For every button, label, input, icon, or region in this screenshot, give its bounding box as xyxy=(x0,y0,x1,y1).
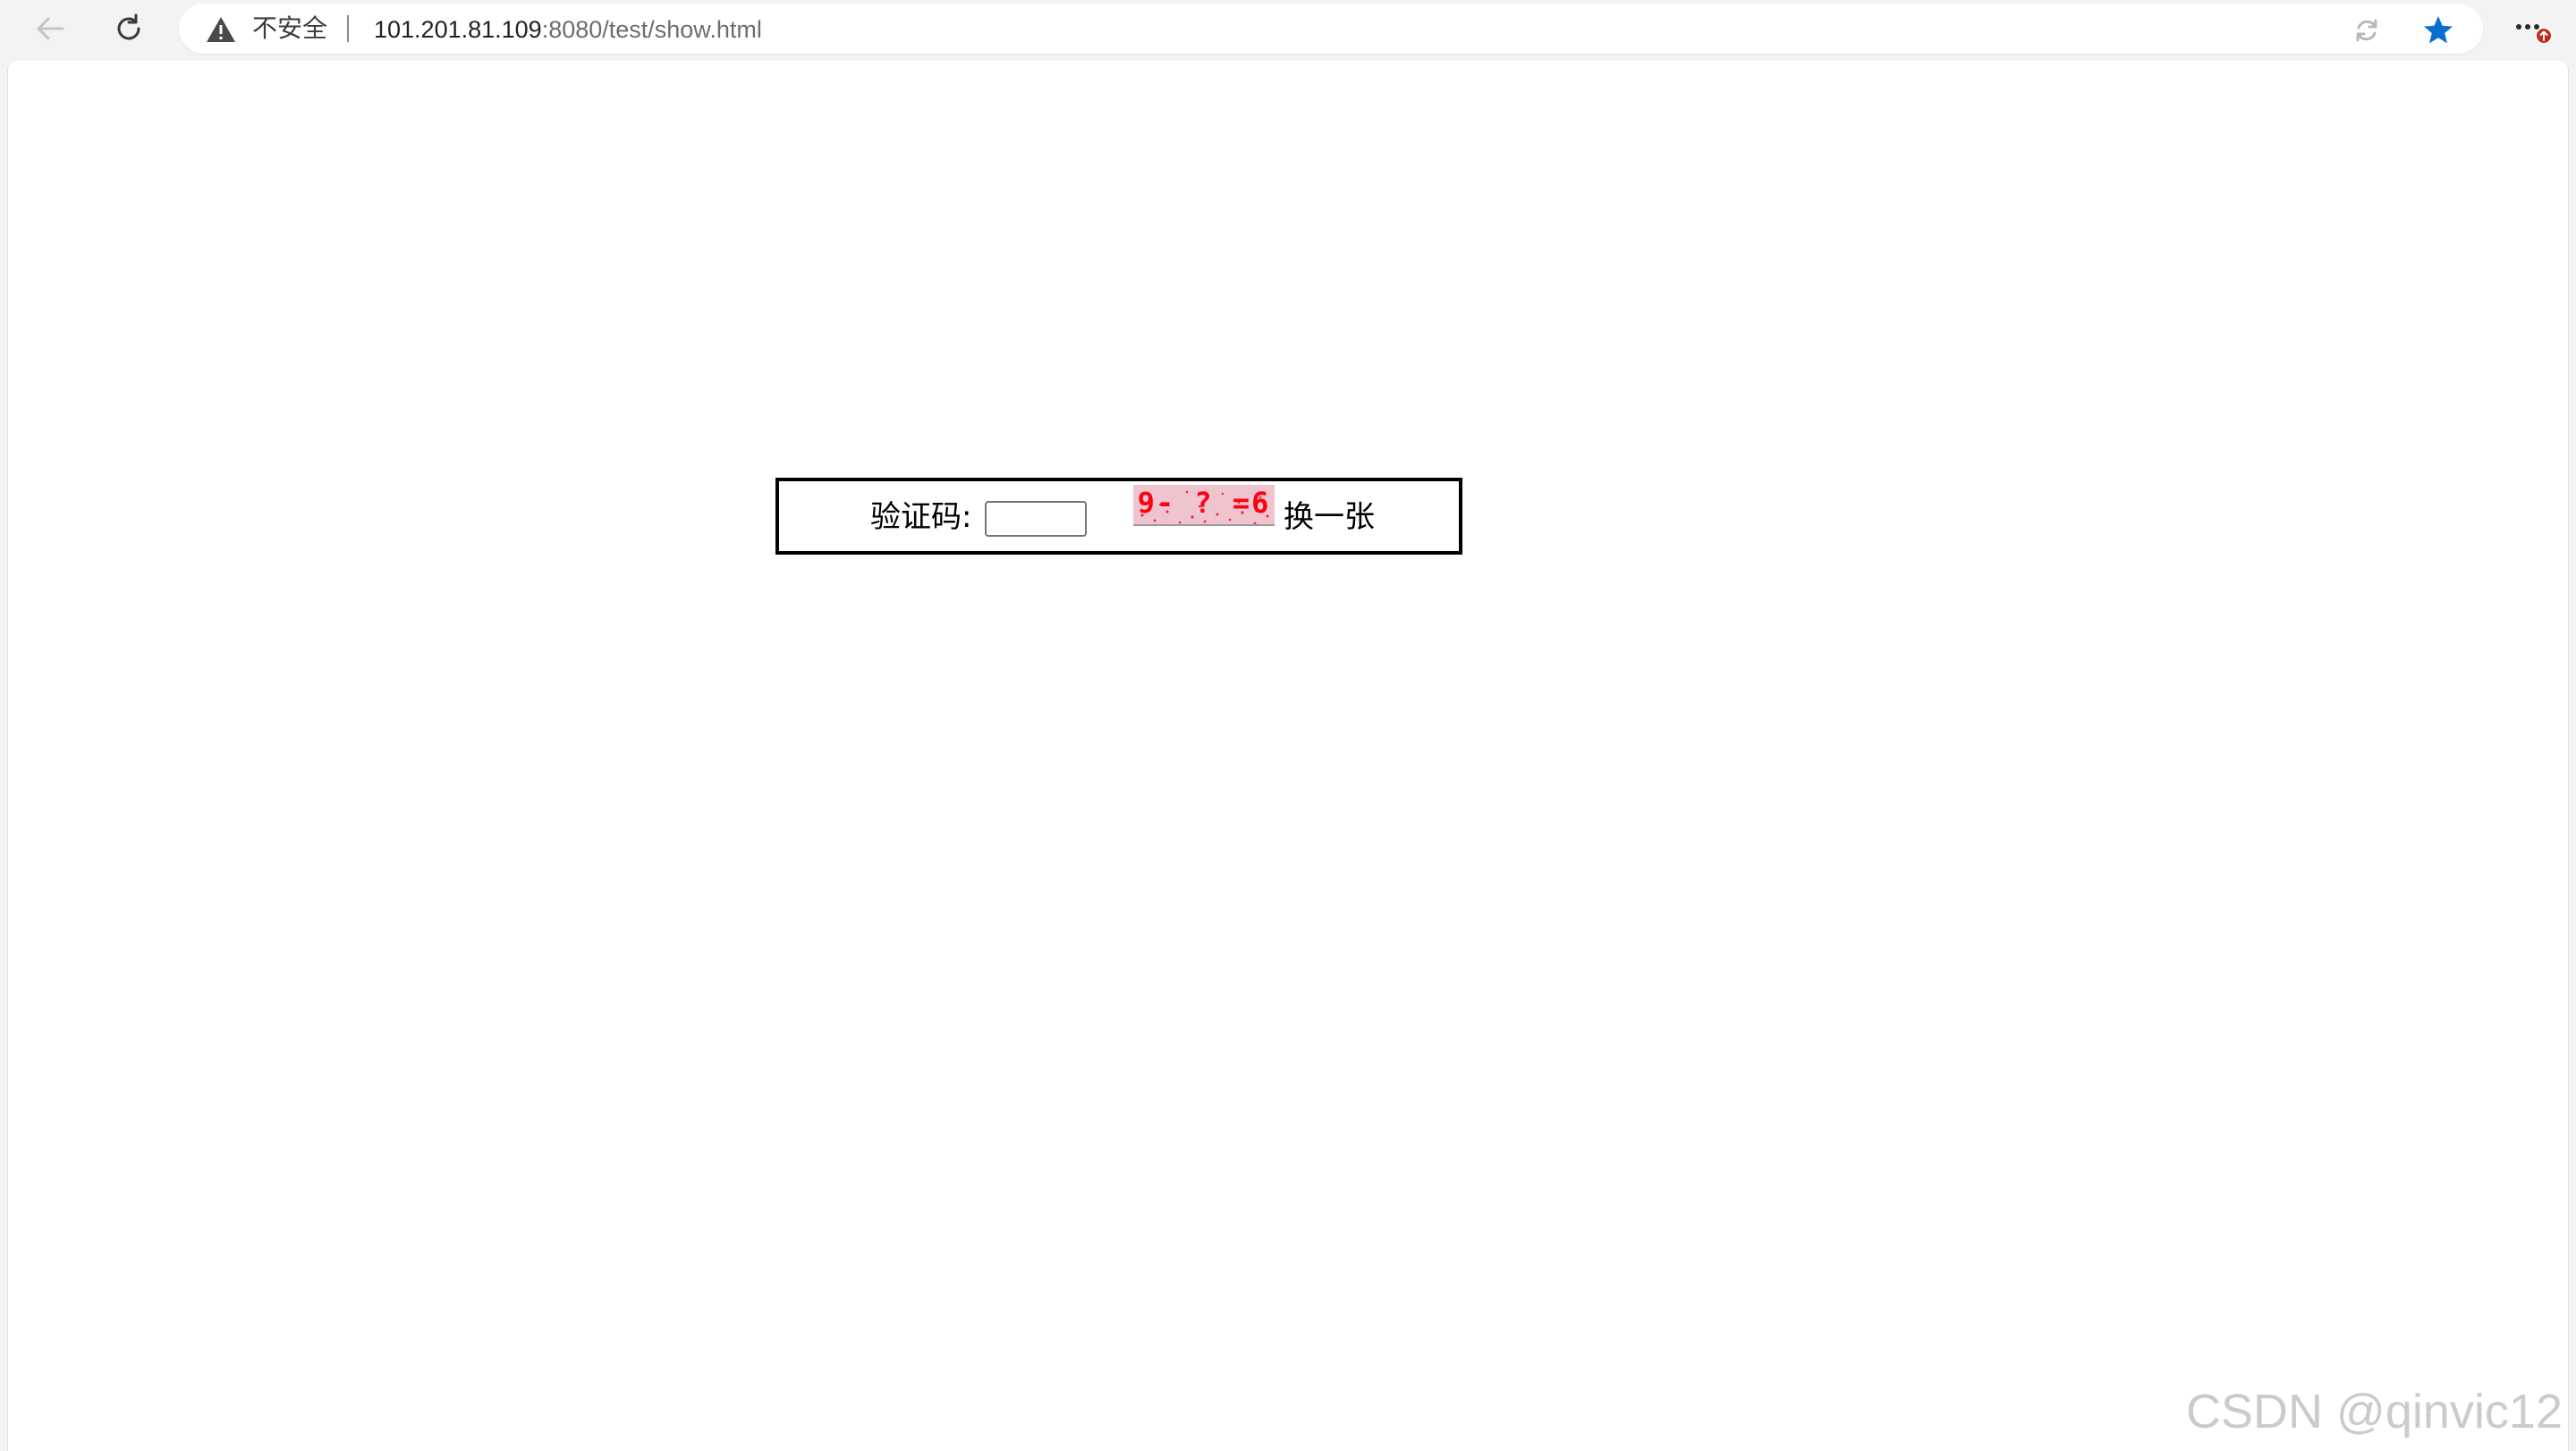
warning-icon[interactable] xyxy=(206,16,236,43)
back-arrow-icon xyxy=(37,17,64,40)
edge-refresh-icon xyxy=(2356,19,2377,42)
refresh-icon xyxy=(117,13,140,40)
back-button[interactable] xyxy=(27,5,73,52)
security-status-label[interactable]: 不安全 xyxy=(252,14,327,43)
url-host: 101.201.81.109 xyxy=(374,16,542,43)
star-icon xyxy=(2424,16,2453,44)
address-bar[interactable]: 不安全 101.201.81.109:8080/test/show.html xyxy=(179,4,2483,54)
url-text[interactable]: 101.201.81.109:8080/test/show.html xyxy=(374,15,762,44)
page-viewport: 验证码: 9- ? =6 换一张 CSDN @qinvic12 xyxy=(7,61,2569,1451)
browser-toolbar: 不安全 101.201.81.109:8080/test/show.html xyxy=(0,0,2576,57)
refresh-button[interactable] xyxy=(106,5,152,52)
captcha-label: 验证码: xyxy=(870,499,972,535)
more-menu-button[interactable] xyxy=(2508,7,2558,50)
captcha-image[interactable]: 9- ? =6 xyxy=(1133,485,1275,526)
url-path: :8080/test/show.html xyxy=(541,16,762,43)
address-separator xyxy=(347,15,349,42)
captcha-input[interactable] xyxy=(985,501,1087,537)
captcha-image-text: 9- ? =6 xyxy=(1137,486,1271,520)
more-icon xyxy=(2516,24,2553,45)
immersive-reader-button[interactable] xyxy=(2351,14,2383,47)
favorite-button[interactable] xyxy=(2422,14,2454,47)
watermark: CSDN @qinvic12 xyxy=(2186,1385,2563,1438)
refresh-captcha-link[interactable]: 换一张 xyxy=(1284,499,1375,535)
captcha-container: 验证码: 9- ? =6 换一张 xyxy=(775,478,1462,555)
